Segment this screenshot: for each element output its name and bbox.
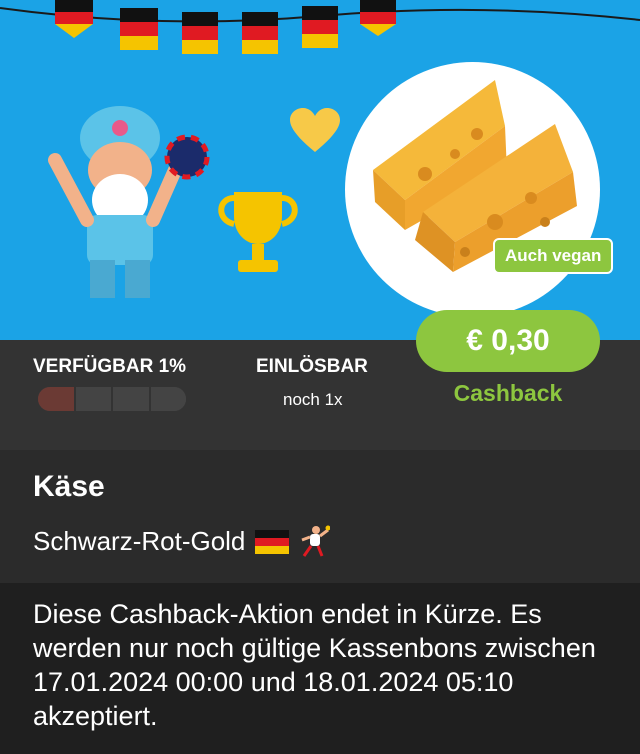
availability-meter	[38, 387, 186, 411]
cashback-amount-badge: € 0,30	[416, 310, 600, 372]
flag-garland	[0, 0, 640, 54]
cashback-label: Cashback	[453, 380, 563, 406]
vegan-badge: Auch vegan	[493, 238, 614, 274]
hero-banner: Auch vegan	[0, 0, 640, 340]
meter-segment	[113, 387, 151, 411]
redeemable-value: noch 1x	[283, 390, 343, 409]
meter-segment	[150, 387, 186, 411]
product-tag: Schwarz-Rot-Gold	[33, 524, 331, 558]
flag-garland-flags	[55, 0, 396, 54]
product-info: Käse Schwarz-Rot-Gold	[0, 450, 640, 583]
expiry-notice-text: Diese Cashback-Aktion endet in Kürze. Es…	[33, 599, 596, 731]
expiry-notice: Diese Cashback-Aktion endet in Kürze. Es…	[0, 583, 640, 754]
offer-stats: VERFÜGBAR 1% EINLÖSBAR noch 1x € 0,30 Ca…	[0, 310, 640, 450]
product-name: Käse	[33, 470, 105, 503]
product-tag-text: Schwarz-Rot-Gold	[33, 526, 246, 556]
handball-player-emoji	[301, 525, 331, 557]
meter-segment	[38, 387, 76, 411]
meter-segment	[75, 387, 113, 411]
trophy-icon	[218, 192, 298, 272]
redeemable-label: EINLÖSBAR	[256, 356, 368, 377]
mascot-illustration	[48, 106, 210, 298]
cheese-image	[345, 62, 600, 317]
germany-flag-emoji	[254, 530, 289, 554]
availability-label: VERFÜGBAR 1%	[33, 356, 187, 377]
heart-icon	[290, 108, 340, 152]
